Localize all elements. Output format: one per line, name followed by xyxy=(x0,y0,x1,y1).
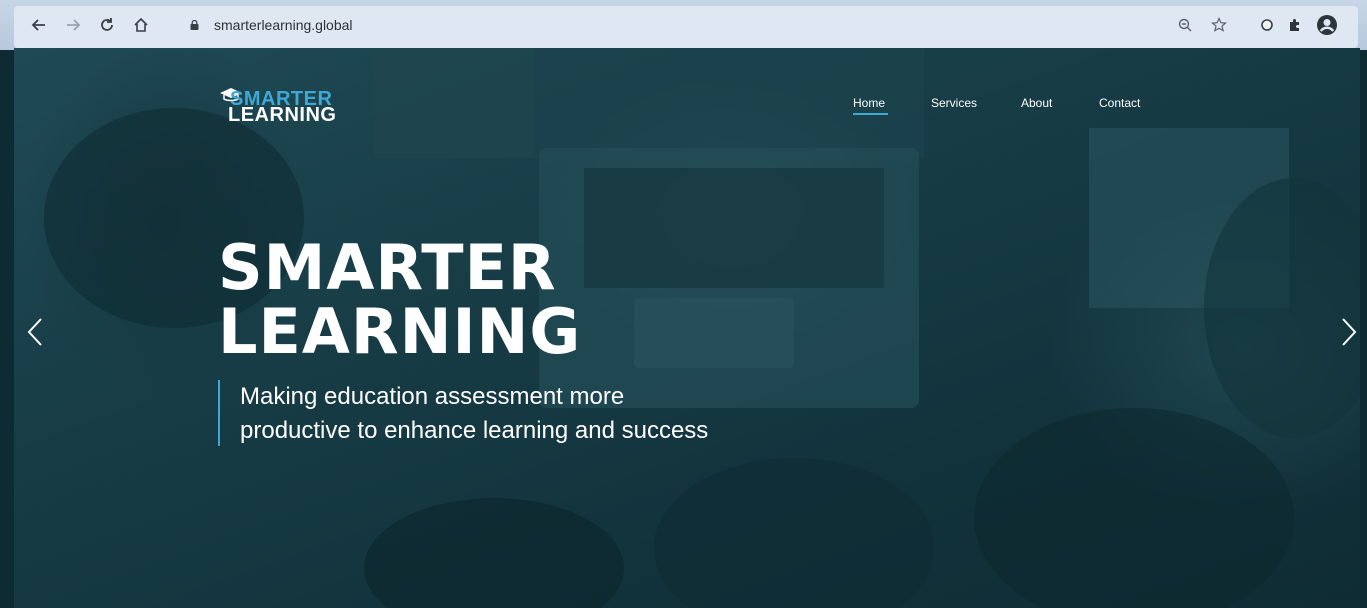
nav-contact[interactable]: Contact xyxy=(1099,96,1140,110)
chevron-left-icon[interactable] xyxy=(20,312,50,352)
subtitle-accent-bar xyxy=(218,380,220,446)
url-text[interactable]: smarterlearning.global xyxy=(214,17,353,33)
hero-subtitle: Making education assessment more product… xyxy=(240,380,860,448)
hero-title-line2: LEARNING xyxy=(218,295,582,368)
nav-home[interactable]: Home xyxy=(853,96,885,110)
nav-active-indicator xyxy=(853,113,888,115)
nav-services[interactable]: Services xyxy=(931,96,977,110)
site-logo[interactable]: SMARTER LEARNING xyxy=(218,86,358,128)
account-icon[interactable] xyxy=(1316,14,1338,36)
reload-icon[interactable] xyxy=(96,14,118,36)
browser-toolbar: smarterlearning.global xyxy=(0,0,1367,50)
lock-icon xyxy=(190,20,199,30)
hero-title-line1: SMARTER xyxy=(218,231,557,304)
star-icon[interactable] xyxy=(1208,14,1230,36)
nav-about[interactable]: About xyxy=(1021,96,1052,110)
hero-subtitle-line1: Making education assessment more xyxy=(240,383,625,410)
logo-text-learning: LEARNING xyxy=(228,104,337,126)
background-photo xyxy=(44,48,1360,608)
hero-title: SMARTER LEARNING xyxy=(218,236,581,364)
zoom-icon[interactable] xyxy=(1174,14,1196,36)
address-bar-area: smarterlearning.global xyxy=(14,6,1358,48)
chevron-right-icon[interactable] xyxy=(1334,312,1360,352)
hero-section: SMARTER LEARNING Home Services About Con… xyxy=(14,48,1360,608)
hero-subtitle-line2: productive to enhance learning and succe… xyxy=(240,417,709,444)
home-icon[interactable] xyxy=(130,14,152,36)
back-arrow-icon[interactable] xyxy=(28,14,50,36)
forward-arrow-icon[interactable] xyxy=(62,14,84,36)
puzzle-icon[interactable] xyxy=(1284,14,1306,36)
circle-extension-icon[interactable] xyxy=(1256,14,1278,36)
